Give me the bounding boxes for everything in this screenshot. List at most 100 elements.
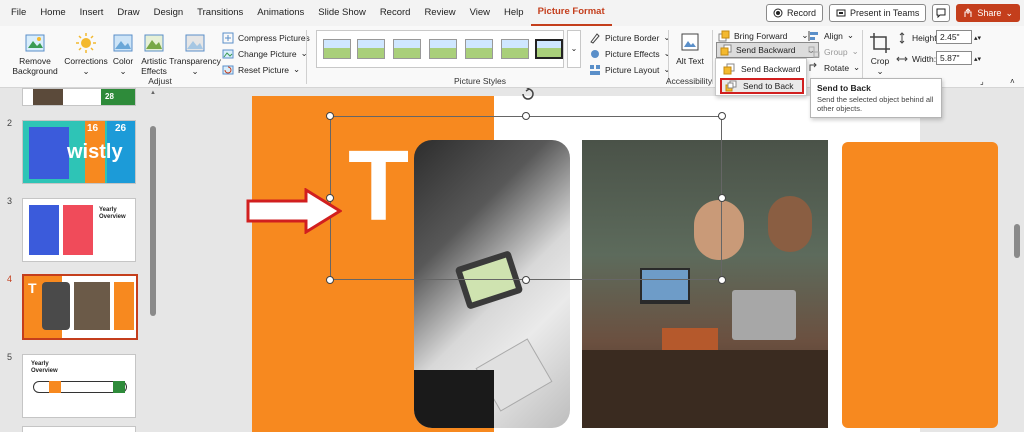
record-button[interactable]: Record <box>766 4 824 22</box>
slide-thumbnail-4[interactable]: T <box>22 274 138 340</box>
menu-draw[interactable]: Draw <box>110 0 146 26</box>
menu-file[interactable]: File <box>4 0 33 26</box>
picture-style-5[interactable] <box>465 39 493 59</box>
rotate-handle-icon[interactable] <box>520 88 536 102</box>
accessibility-group-label: Accessibility <box>665 76 713 86</box>
send-to-back-menu-label: Send to Back <box>743 81 794 91</box>
menu-design[interactable]: Design <box>147 0 191 26</box>
crop-icon <box>870 33 890 53</box>
present-in-teams-button[interactable]: Present in Teams <box>829 4 927 22</box>
share-label: Share <box>977 8 1002 18</box>
comments-button[interactable] <box>932 4 951 22</box>
align-label: Align <box>824 30 843 41</box>
group-label: Group <box>824 46 848 57</box>
menu-transitions[interactable]: Transitions <box>190 0 250 26</box>
share-icon <box>964 8 972 17</box>
resize-handle[interactable] <box>326 276 334 284</box>
resize-handle[interactable] <box>522 112 530 120</box>
size-dialog-launcher[interactable]: ⌟ <box>980 74 984 89</box>
picture-border-button[interactable]: Picture Border ⌄ <box>589 30 670 45</box>
tooltip-title: Send to Back <box>817 83 871 93</box>
slide-thumbnail-5[interactable]: Yearly Overview <box>22 354 136 418</box>
send-to-back-menu-item[interactable]: Send to Back <box>720 78 804 94</box>
height-control: Height: <box>896 30 939 45</box>
height-icon <box>899 31 905 44</box>
picture-style-7[interactable] <box>535 39 563 59</box>
compress-pictures-button[interactable]: Compress Pictures <box>222 30 310 45</box>
menu-home[interactable]: Home <box>33 0 72 26</box>
change-picture-button[interactable]: Change Picture ⌄ <box>222 46 308 61</box>
thumbnail-title: Yearly Overview <box>99 207 126 220</box>
menu-help[interactable]: Help <box>497 0 531 26</box>
resize-handle[interactable] <box>718 194 726 202</box>
picture-style-4[interactable] <box>429 39 457 59</box>
remove-background-button[interactable]: Remove Background <box>10 32 60 76</box>
menu-slide-show[interactable]: Slide Show <box>311 0 373 26</box>
thumbnail-scrollbar[interactable] <box>150 96 156 432</box>
canvas-scrollbar-thumb[interactable] <box>1014 224 1020 258</box>
picture-effects-label: Picture Effects <box>605 48 660 59</box>
artistic-effects-icon <box>144 34 164 52</box>
alt-text-button[interactable]: Alt Text <box>676 32 704 66</box>
chevron-down-icon: ⌄ <box>191 66 199 76</box>
menu-view[interactable]: View <box>463 0 497 26</box>
picture-style-3[interactable] <box>393 39 421 59</box>
chevron-down-icon: ⌄ <box>1005 7 1013 18</box>
slide-thumbnail-6[interactable] <box>22 426 136 432</box>
picture-style-2[interactable] <box>357 39 385 59</box>
picture-style-6[interactable] <box>501 39 529 59</box>
bring-forward-label: Bring Forward <box>734 30 788 41</box>
width-input[interactable]: 5.87" <box>936 51 972 65</box>
menu-animations[interactable]: Animations <box>250 0 311 26</box>
slide-thumbnail-3[interactable]: Yearly Overview <box>22 198 136 262</box>
height-spinner[interactable]: ▴▾ <box>974 30 981 45</box>
picture-effects-button[interactable]: Picture Effects ⌄ <box>589 46 671 61</box>
table-shape <box>582 350 828 428</box>
crop-button[interactable]: Crop ⌄ <box>868 32 892 76</box>
reset-picture-button[interactable]: Reset Picture ⌄ <box>222 62 300 77</box>
width-spinner[interactable]: ▴▾ <box>974 51 981 66</box>
scrollbar-thumb[interactable] <box>150 126 156 316</box>
slide-thumbnail-1[interactable]: 28 <box>22 88 136 106</box>
resize-handle[interactable] <box>326 112 334 120</box>
rotate-button[interactable]: Rotate ⌄ <box>808 60 860 75</box>
height-input[interactable]: 2.45" <box>936 30 972 44</box>
menu-record[interactable]: Record <box>373 0 418 26</box>
picture-layout-button[interactable]: Picture Layout ⌄ <box>589 62 670 77</box>
crop-label: Crop <box>870 56 890 66</box>
transparency-label: Transparency <box>169 56 221 66</box>
scroll-up-icon[interactable]: ▲ <box>150 90 156 96</box>
record-label: Record <box>787 8 817 18</box>
menu-picture-format[interactable]: Picture Format <box>530 0 612 26</box>
color-button[interactable]: Color ⌄ <box>110 32 136 76</box>
corrections-label: Corrections <box>64 56 108 66</box>
bring-forward-button[interactable]: Bring Forward ⌄ <box>718 28 809 43</box>
reset-picture-label: Reset Picture <box>238 64 290 75</box>
picture-style-1[interactable] <box>323 39 351 59</box>
slide-thumbnail-2[interactable]: 16 26 wistly <box>22 120 136 184</box>
notebook-shape <box>662 328 718 350</box>
share-button[interactable]: Share ⌄ <box>956 4 1020 22</box>
divider <box>306 30 307 84</box>
thumbnail-text: wistly <box>67 141 123 163</box>
resize-handle[interactable] <box>718 276 726 284</box>
menu-review[interactable]: Review <box>417 0 462 26</box>
rotate-label: Rotate <box>824 62 850 73</box>
corrections-button[interactable]: Corrections ⌄ <box>64 32 108 76</box>
artistic-effects-button[interactable]: Artistic Effects <box>138 32 170 76</box>
menu-insert[interactable]: Insert <box>73 0 111 26</box>
orange-block-right[interactable] <box>842 142 998 428</box>
menu-bar: File Home Insert Draw Design Transitions… <box>0 0 1024 26</box>
resize-handle[interactable] <box>522 276 530 284</box>
group-button[interactable]: Group ⌄ <box>808 44 859 59</box>
width-label: Width: <box>912 53 937 64</box>
gallery-more-button[interactable]: ⌄ <box>567 30 581 68</box>
align-button[interactable]: Align ⌄ <box>808 28 854 43</box>
send-backward-menu-item[interactable]: Send Backward <box>720 61 804 77</box>
send-backward-menu-label: Send Backward <box>741 64 801 74</box>
collapse-ribbon-button[interactable]: ˄ <box>1010 74 1015 89</box>
send-backward-button[interactable]: Send Backward ⌄ <box>716 42 819 58</box>
present-label: Present in Teams <box>850 8 920 18</box>
resize-handle[interactable] <box>718 112 726 120</box>
transparency-button[interactable]: Transparency ⌄ <box>169 32 221 76</box>
